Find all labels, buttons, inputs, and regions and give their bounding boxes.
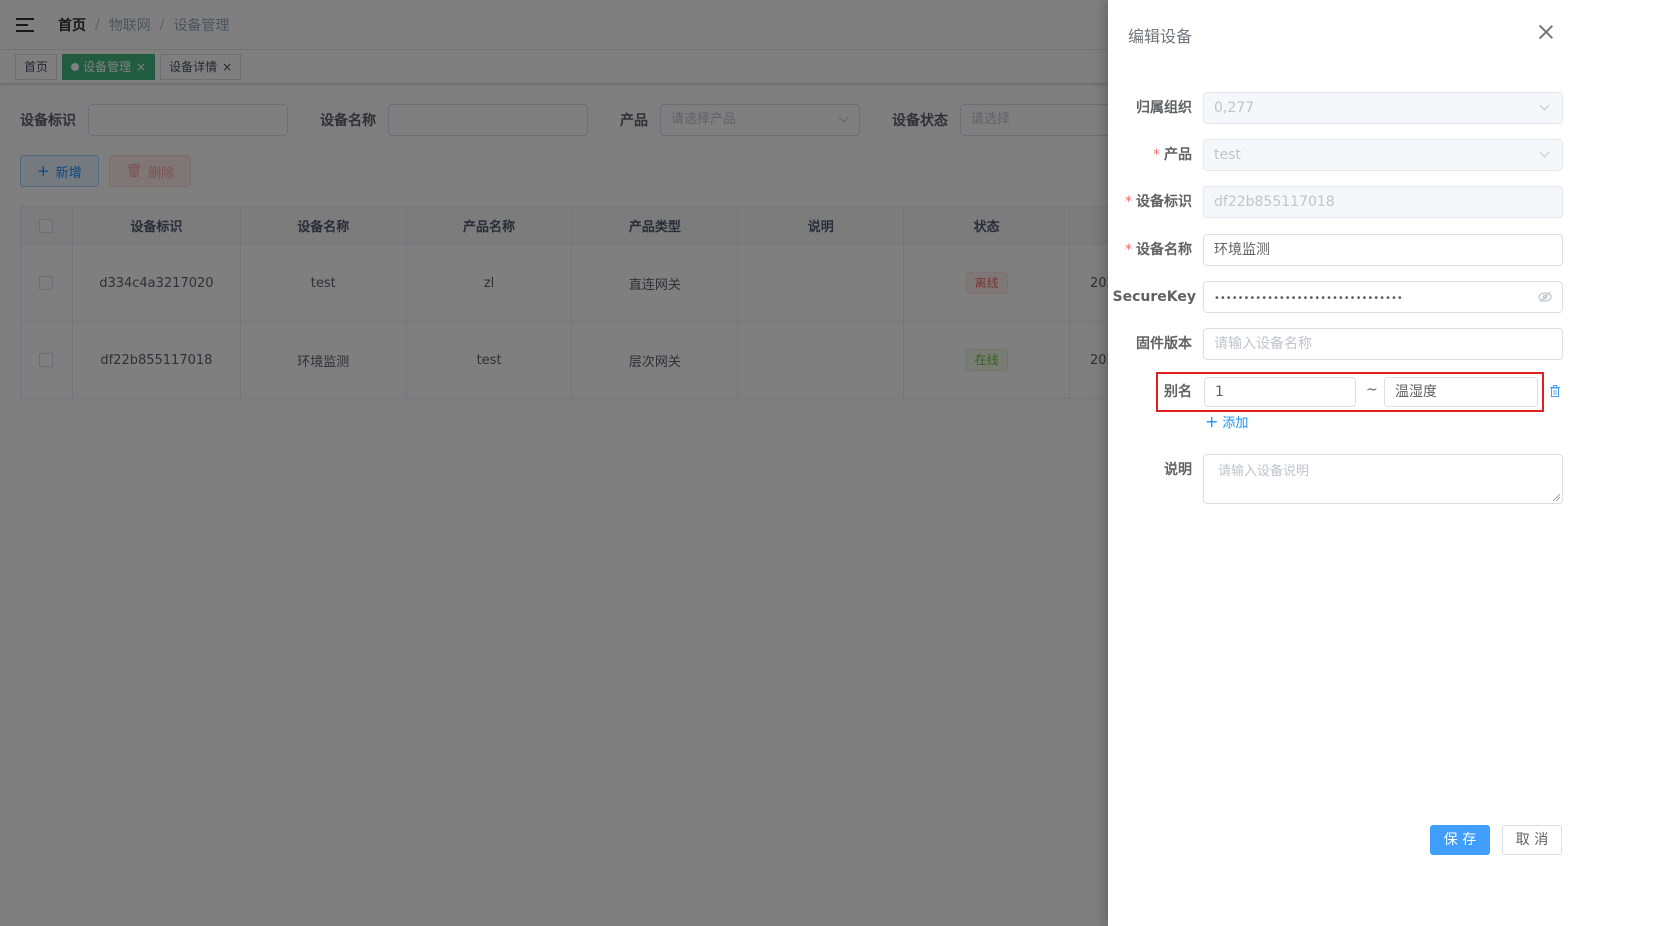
device-name-field[interactable]: 环境监测 xyxy=(1203,234,1563,266)
alias-separator: ~ xyxy=(1366,382,1378,398)
description-label: 说明 xyxy=(1164,462,1192,478)
trash-icon[interactable] xyxy=(1550,385,1560,397)
plus-icon: + xyxy=(1205,411,1219,431)
firmware-label: 固件版本 xyxy=(1136,336,1192,352)
device-id-field: df22b855117018 xyxy=(1203,186,1563,218)
eye-off-icon[interactable] xyxy=(1538,291,1552,303)
device-name-label: * 设备名称 xyxy=(1125,242,1192,258)
org-label: 归属组织 xyxy=(1136,100,1192,116)
save-button[interactable]: 保 存 xyxy=(1430,825,1490,855)
drawer-title: 编辑设备 xyxy=(1128,27,1193,46)
alias-key-input[interactable]: 1 xyxy=(1204,377,1356,407)
alias-value-input[interactable]: 温湿度 xyxy=(1384,377,1538,407)
chevron-down-icon xyxy=(1539,147,1550,158)
device-id-label: * 设备标识 xyxy=(1125,194,1192,210)
cancel-button[interactable]: 取 消 xyxy=(1502,825,1562,855)
product-label: * 产品 xyxy=(1153,147,1192,163)
description-textarea[interactable]: 请输入设备说明 xyxy=(1203,454,1563,504)
edit-device-drawer: 编辑设备 归属组织 0,277 * 产品 test * 设备标识 df22b8551… xyxy=(1108,0,1658,926)
product-select: test xyxy=(1203,139,1563,171)
add-alias-button[interactable]: + 添加 xyxy=(1205,412,1248,431)
alias-label: 别名 xyxy=(1164,384,1192,400)
resize-handle-icon[interactable] xyxy=(1553,494,1560,501)
securekey-field[interactable]: •••••••••••••••••••••••••••••••• xyxy=(1203,281,1563,313)
chevron-down-icon xyxy=(1539,100,1550,111)
close-icon[interactable] xyxy=(1538,24,1554,40)
securekey-label: SecureKey xyxy=(1112,289,1196,305)
org-select: 0,277 xyxy=(1203,92,1563,124)
firmware-field[interactable]: 请输入设备名称 xyxy=(1203,328,1563,360)
